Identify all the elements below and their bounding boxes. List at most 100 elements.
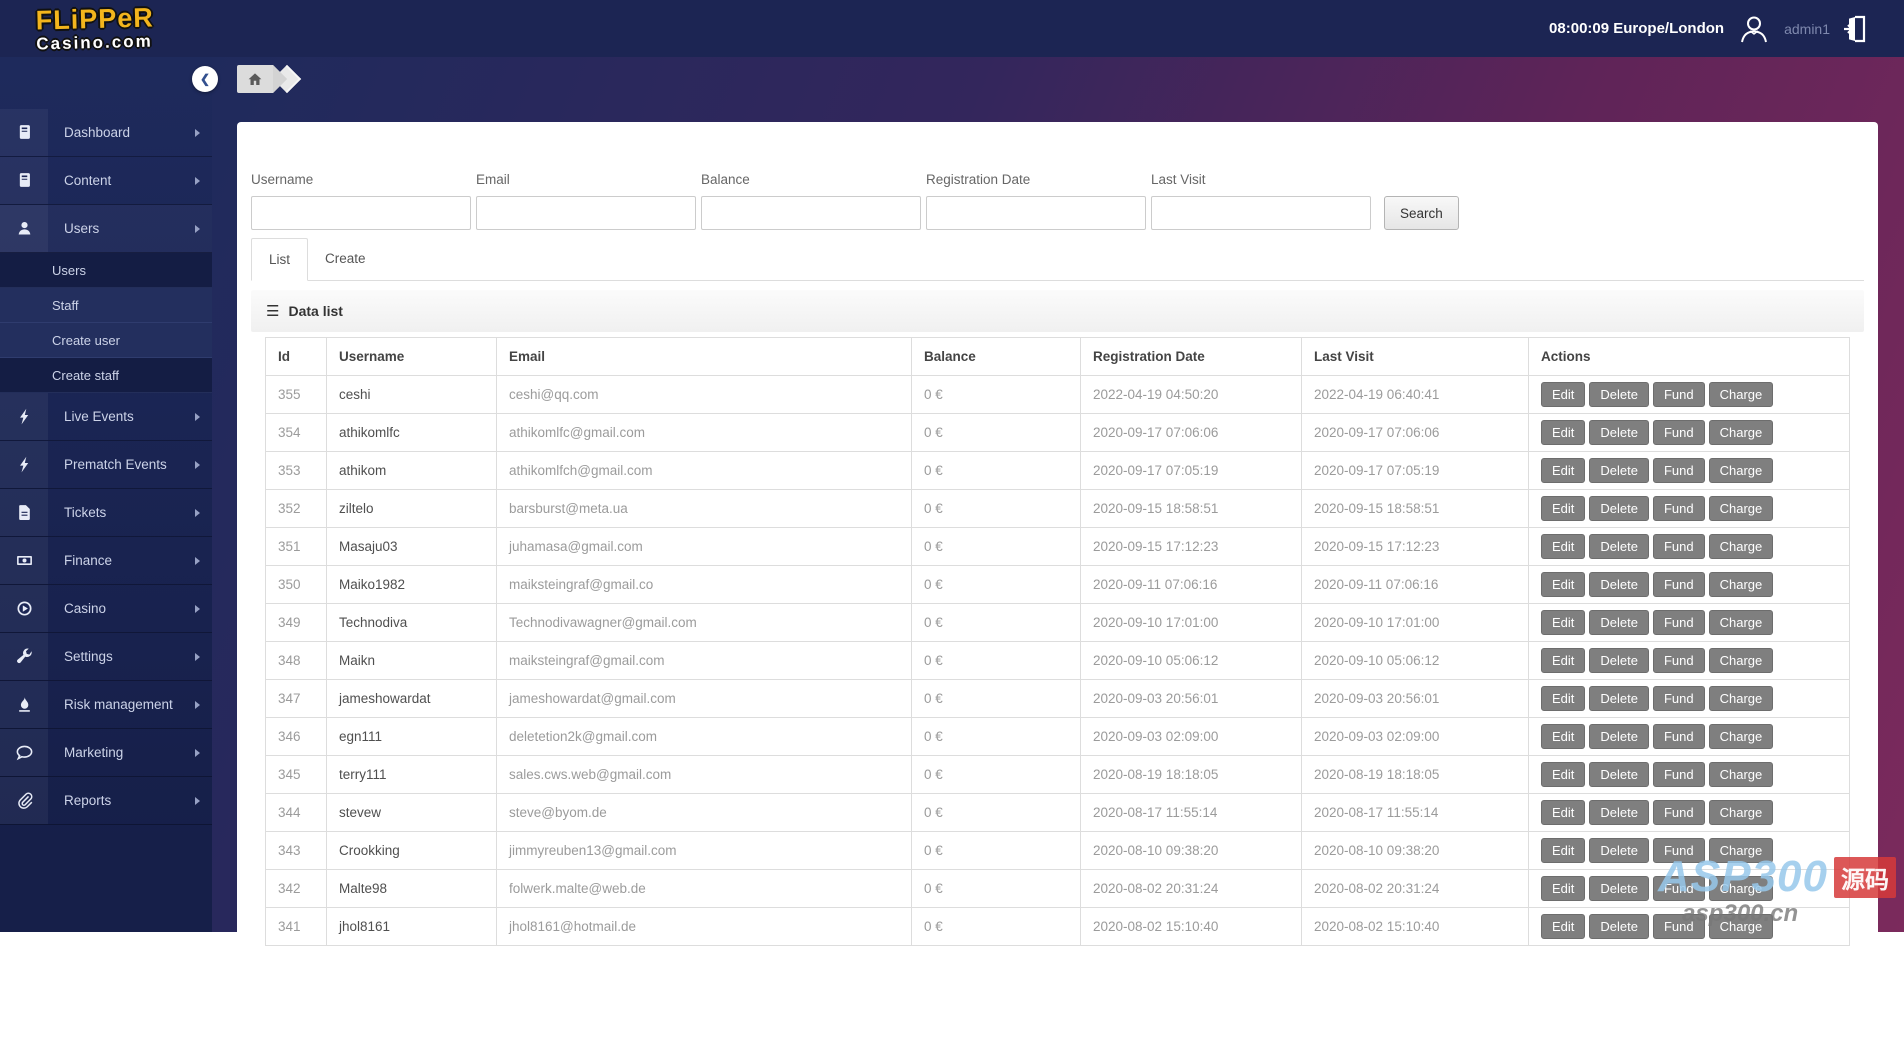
edit-button[interactable]: Edit [1541,610,1585,635]
cell-username: ceshi [327,376,497,414]
fund-button[interactable]: Fund [1653,534,1705,559]
tab-create[interactable]: Create [308,238,383,280]
fund-button[interactable]: Fund [1653,496,1705,521]
edit-button[interactable]: Edit [1541,914,1585,939]
sidebar-subitem-users[interactable]: Users [0,253,212,288]
charge-button[interactable]: Charge [1709,458,1774,483]
charge-button[interactable]: Charge [1709,534,1774,559]
delete-button[interactable]: Delete [1589,914,1649,939]
cell-actions: EditDeleteFundCharge [1529,870,1850,908]
edit-button[interactable]: Edit [1541,458,1585,483]
casino-logo[interactable]: FLiPPeR Casino.com [35,4,154,52]
sidebar-item-risk-management[interactable]: Risk management [0,681,212,729]
fund-button[interactable]: Fund [1653,648,1705,673]
table-row: 350Maiko1982maiksteingraf@gmail.co0 €202… [266,566,1850,604]
edit-button[interactable]: Edit [1541,876,1585,901]
edit-button[interactable]: Edit [1541,724,1585,749]
fund-button[interactable]: Fund [1653,382,1705,407]
delete-button[interactable]: Delete [1589,724,1649,749]
cell-email: maiksteingraf@gmail.co [497,566,912,604]
fund-button[interactable]: Fund [1653,800,1705,825]
charge-button[interactable]: Charge [1709,496,1774,521]
sidebar-item-tickets[interactable]: Tickets [0,489,212,537]
charge-button[interactable]: Charge [1709,800,1774,825]
charge-button[interactable]: Charge [1709,724,1774,749]
sidebar-item-marketing[interactable]: Marketing [0,729,212,777]
sidebar-item-casino[interactable]: Casino [0,585,212,633]
charge-button[interactable]: Charge [1709,838,1774,863]
search-input-email[interactable] [476,196,696,230]
edit-button[interactable]: Edit [1541,648,1585,673]
charge-button[interactable]: Charge [1709,572,1774,597]
fund-button[interactable]: Fund [1653,420,1705,445]
sidebar-item-dashboard[interactable]: Dashboard [0,109,212,157]
search-input-username[interactable] [251,196,471,230]
delete-button[interactable]: Delete [1589,420,1649,445]
logout-icon[interactable] [1842,13,1872,45]
sidebar-item-label: Content [48,173,195,188]
delete-button[interactable]: Delete [1589,382,1649,407]
delete-button[interactable]: Delete [1589,572,1649,597]
fund-button[interactable]: Fund [1653,876,1705,901]
edit-button[interactable]: Edit [1541,686,1585,711]
sidebar-subitem-create-user[interactable]: Create user [0,323,212,358]
delete-button[interactable]: Delete [1589,686,1649,711]
search-button[interactable]: Search [1384,196,1459,230]
fund-button[interactable]: Fund [1653,762,1705,787]
delete-button[interactable]: Delete [1589,534,1649,559]
charge-button[interactable]: Charge [1709,648,1774,673]
flame-icon [0,681,48,728]
search-input-last-visit[interactable] [1151,196,1371,230]
sidebar-item-live-events[interactable]: Live Events [0,393,212,441]
edit-button[interactable]: Edit [1541,838,1585,863]
edit-button[interactable]: Edit [1541,382,1585,407]
charge-button[interactable]: Charge [1709,686,1774,711]
fund-button[interactable]: Fund [1653,686,1705,711]
sidebar-item-reports[interactable]: Reports [0,777,212,825]
edit-button[interactable]: Edit [1541,762,1585,787]
users-table: IdUsernameEmailBalanceRegistration DateL… [265,337,1850,946]
edit-button[interactable]: Edit [1541,572,1585,597]
sidebar-menu: DashboardContentUsersUsersStaffCreate us… [0,109,212,825]
sidebar-item-prematch-events[interactable]: Prematch Events [0,441,212,489]
breadcrumb[interactable] [237,65,309,93]
cell-balance: 0 € [912,414,1081,452]
charge-button[interactable]: Charge [1709,382,1774,407]
fund-button[interactable]: Fund [1653,458,1705,483]
user-avatar-icon[interactable] [1736,11,1772,47]
charge-button[interactable]: Charge [1709,420,1774,445]
charge-button[interactable]: Charge [1709,914,1774,939]
sidebar-item-content[interactable]: Content [0,157,212,205]
home-icon[interactable] [237,65,273,93]
fund-button[interactable]: Fund [1653,572,1705,597]
sidebar-item-users[interactable]: Users [0,205,212,253]
delete-button[interactable]: Delete [1589,648,1649,673]
sidebar-item-settings[interactable]: Settings [0,633,212,681]
delete-button[interactable]: Delete [1589,610,1649,635]
sidebar-item-finance[interactable]: Finance [0,537,212,585]
delete-button[interactable]: Delete [1589,838,1649,863]
delete-button[interactable]: Delete [1589,800,1649,825]
sidebar-subitem-staff[interactable]: Staff [0,288,212,323]
fund-button[interactable]: Fund [1653,610,1705,635]
search-input-registration-date[interactable] [926,196,1146,230]
charge-button[interactable]: Charge [1709,762,1774,787]
edit-button[interactable]: Edit [1541,420,1585,445]
table-row: 342Malte98folwerk.malte@web.de0 €2020-08… [266,870,1850,908]
sidebar-subitem-create-staff[interactable]: Create staff [0,358,212,393]
tab-list[interactable]: List [251,238,308,281]
delete-button[interactable]: Delete [1589,496,1649,521]
edit-button[interactable]: Edit [1541,496,1585,521]
sidebar-collapse-button[interactable]: ❮ [192,66,218,92]
delete-button[interactable]: Delete [1589,876,1649,901]
search-input-balance[interactable] [701,196,921,230]
charge-button[interactable]: Charge [1709,610,1774,635]
delete-button[interactable]: Delete [1589,458,1649,483]
delete-button[interactable]: Delete [1589,762,1649,787]
fund-button[interactable]: Fund [1653,838,1705,863]
edit-button[interactable]: Edit [1541,800,1585,825]
charge-button[interactable]: Charge [1709,876,1774,901]
edit-button[interactable]: Edit [1541,534,1585,559]
fund-button[interactable]: Fund [1653,724,1705,749]
fund-button[interactable]: Fund [1653,914,1705,939]
